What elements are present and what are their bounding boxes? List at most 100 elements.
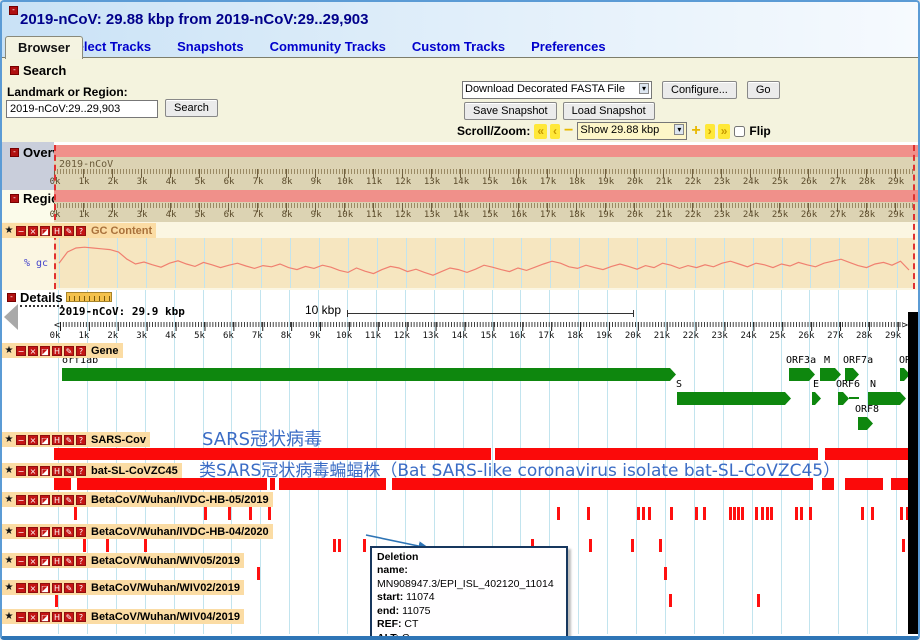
collapse-icon[interactable]: − [16, 466, 26, 476]
show-span-select[interactable]: Show 29.88 kbp ▾ [577, 122, 687, 140]
variant-mark[interactable] [249, 507, 252, 520]
scroll-far-left-button[interactable]: « [534, 124, 547, 139]
share-icon[interactable]: ◪ [40, 556, 50, 566]
variant-mark[interactable] [557, 507, 560, 520]
favorite-star-icon[interactable]: ★ [4, 495, 14, 505]
collapse-page-icon[interactable]: - [9, 6, 18, 15]
track-label[interactable]: BetaCoV/Wuhan/IVDC-HB-04/2020 [91, 526, 269, 538]
collapse-search-icon[interactable]: - [10, 66, 19, 75]
help-icon[interactable]: ? [76, 495, 86, 505]
close-icon[interactable]: × [28, 527, 38, 537]
tab-snapshots[interactable]: Snapshots [177, 39, 243, 54]
share-icon[interactable]: ◪ [40, 346, 50, 356]
variant-mark[interactable] [83, 539, 86, 552]
load-snapshot-button[interactable]: Load Snapshot [563, 102, 655, 120]
share-icon[interactable]: ◪ [40, 226, 50, 236]
edit-icon[interactable]: ✎ [64, 583, 74, 593]
favorite-star-icon[interactable]: ★ [4, 435, 14, 445]
flip-checkbox[interactable] [734, 126, 745, 137]
landmark-input[interactable] [6, 100, 158, 118]
save-icon[interactable]: H [52, 612, 62, 622]
variant-mark[interactable] [587, 507, 590, 520]
variant-mark[interactable] [757, 594, 760, 607]
save-icon[interactable]: H [52, 226, 62, 236]
variant-mark[interactable] [755, 507, 758, 520]
save-snapshot-button[interactable]: Save Snapshot [464, 102, 557, 120]
variant-mark[interactable] [737, 507, 740, 520]
scroll-right-button[interactable]: › [705, 124, 715, 139]
variant-mark[interactable] [228, 507, 231, 520]
variant-mark[interactable] [631, 539, 634, 552]
gene-S[interactable] [677, 392, 791, 405]
collapse-icon[interactable]: − [16, 226, 26, 236]
save-icon[interactable]: H [52, 556, 62, 566]
collapse-icon[interactable]: − [16, 527, 26, 537]
variant-mark[interactable] [664, 567, 667, 580]
collapse-icon[interactable]: − [16, 435, 26, 445]
variant-mark[interactable] [703, 507, 706, 520]
zoom-in-button[interactable]: + [691, 124, 700, 138]
collapse-overview-icon[interactable]: - [10, 148, 19, 157]
save-icon[interactable]: H [52, 495, 62, 505]
edit-icon[interactable]: ✎ [64, 527, 74, 537]
variant-mark[interactable] [733, 507, 736, 520]
variant-mark[interactable] [338, 539, 341, 552]
save-icon[interactable]: H [52, 466, 62, 476]
variant-mark[interactable] [871, 507, 874, 520]
variant-mark[interactable] [770, 507, 773, 520]
tab-browser[interactable]: Browser [5, 36, 83, 59]
track-label[interactable]: BetaCoV/Wuhan/IVDC-HB-05/2019 [91, 494, 269, 506]
favorite-star-icon[interactable]: ★ [4, 466, 14, 476]
pan-left-arrow[interactable] [4, 304, 18, 330]
close-icon[interactable]: × [28, 466, 38, 476]
close-icon[interactable]: × [28, 583, 38, 593]
ruler-tool-button[interactable] [66, 292, 112, 302]
tab-community-tracks[interactable]: Community Tracks [270, 39, 386, 54]
go-button[interactable]: Go [747, 81, 780, 99]
share-icon[interactable]: ◪ [40, 466, 50, 476]
close-icon[interactable]: × [28, 556, 38, 566]
scroll-left-button[interactable]: ‹ [550, 124, 560, 139]
variant-mark[interactable] [642, 507, 645, 520]
variant-mark[interactable] [902, 539, 905, 552]
variant-mark[interactable] [766, 507, 769, 520]
track-label[interactable]: BetaCoV/Wuhan/WIV05/2019 [91, 555, 240, 567]
collapse-region-icon[interactable]: - [10, 194, 19, 203]
close-icon[interactable]: × [28, 226, 38, 236]
variant-mark[interactable] [55, 594, 58, 607]
edit-icon[interactable]: ✎ [64, 435, 74, 445]
search-button[interactable]: Search [165, 99, 218, 117]
variant-mark[interactable] [333, 539, 336, 552]
collapse-icon[interactable]: − [16, 583, 26, 593]
favorite-star-icon[interactable]: ★ [4, 583, 14, 593]
collapse-icon[interactable]: − [16, 495, 26, 505]
save-icon[interactable]: H [52, 527, 62, 537]
edit-icon[interactable]: ✎ [64, 466, 74, 476]
favorite-star-icon[interactable]: ★ [4, 556, 14, 566]
variant-mark[interactable] [637, 507, 640, 520]
variant-mark[interactable] [669, 594, 672, 607]
edit-icon[interactable]: ✎ [64, 226, 74, 236]
help-icon[interactable]: ? [76, 435, 86, 445]
gene-orf1ab[interactable] [62, 368, 676, 381]
favorite-star-icon[interactable]: ★ [4, 346, 14, 356]
help-icon[interactable]: ? [76, 527, 86, 537]
variant-mark[interactable] [861, 507, 864, 520]
tab-preferences[interactable]: Preferences [531, 39, 605, 54]
variant-mark[interactable] [257, 567, 260, 580]
help-icon[interactable]: ? [76, 583, 86, 593]
variant-mark[interactable] [106, 539, 109, 552]
variant-mark[interactable] [809, 507, 812, 520]
variant-mark[interactable] [900, 507, 903, 520]
track-label[interactable]: BetaCoV/Wuhan/WIV02/2019 [91, 582, 240, 594]
region-scalebar[interactable] [54, 190, 920, 202]
variant-mark[interactable] [761, 507, 764, 520]
tab-custom-tracks[interactable]: Custom Tracks [412, 39, 505, 54]
variant-mark[interactable] [268, 507, 271, 520]
share-icon[interactable]: ◪ [40, 583, 50, 593]
scroll-far-right-button[interactable]: » [718, 124, 731, 139]
edit-icon[interactable]: ✎ [64, 495, 74, 505]
help-icon[interactable]: ? [76, 556, 86, 566]
save-icon[interactable]: H [52, 346, 62, 356]
variant-mark[interactable] [589, 539, 592, 552]
